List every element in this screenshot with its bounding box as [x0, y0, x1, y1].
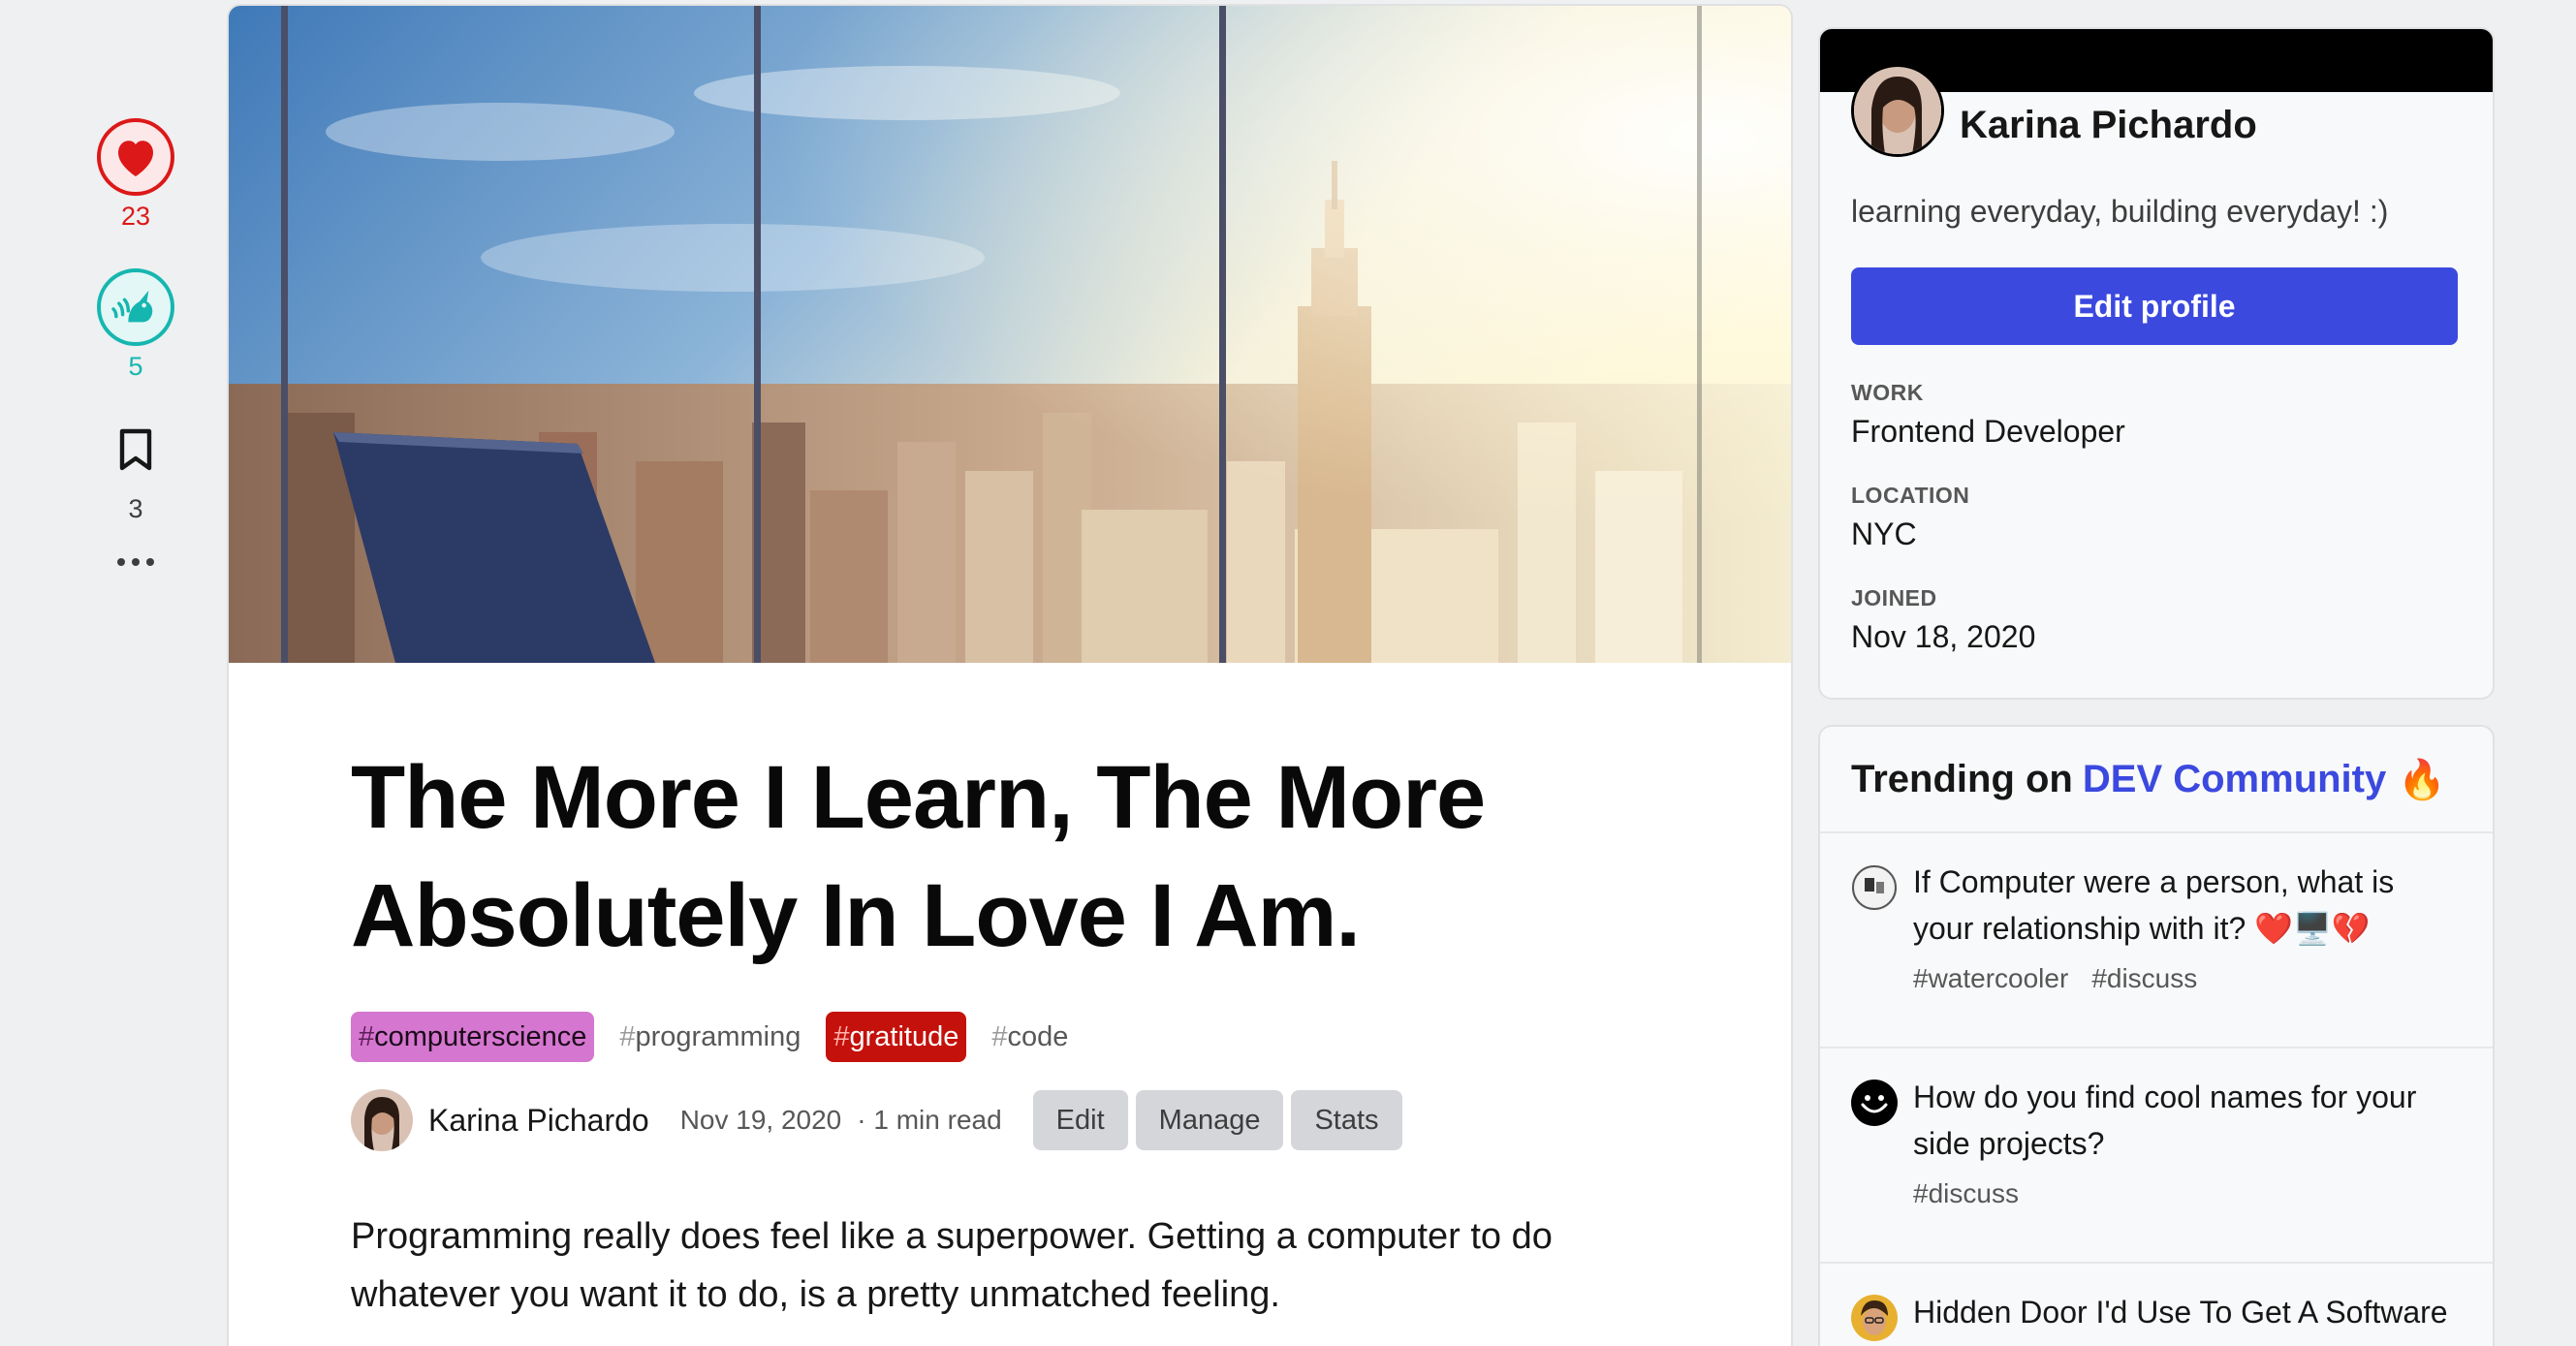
article-meta: Karina Pichardo Nov 19, 2020 · 1 min rea…	[351, 1089, 1669, 1151]
heart-button[interactable]	[97, 118, 174, 196]
tag-code[interactable]: #code	[984, 1012, 1076, 1062]
trending-item[interactable]: Hidden Door I'd Use To Get A Software	[1820, 1264, 2493, 1346]
location-value: NYC	[1851, 516, 1917, 551]
more-actions	[95, 524, 176, 586]
cover-image	[229, 6, 1791, 663]
trending-tags: #watercooler #discuss	[1913, 963, 2456, 994]
dev-community-link[interactable]: DEV Community	[2083, 758, 2386, 801]
manage-button[interactable]: Manage	[1135, 1090, 1284, 1150]
unicorn-count: 5	[128, 352, 143, 381]
trending-header: Trending on DEV Community 🔥	[1820, 727, 2493, 833]
heart-icon	[118, 141, 153, 176]
trending-tag-watercooler[interactable]: #watercooler	[1913, 963, 2068, 994]
trending-avatar	[1851, 1295, 1898, 1341]
trending-tag-discuss[interactable]: #discuss	[2091, 963, 2197, 994]
trending-title: If Computer were a person, what is your …	[1913, 864, 2395, 946]
joined-label: JOINED	[1851, 585, 1937, 610]
unicorn-button[interactable]	[97, 268, 174, 346]
bookmark-reaction: 3	[95, 411, 176, 524]
bookmark-count: 3	[128, 494, 143, 523]
bookmark-icon	[119, 428, 152, 471]
stats-button[interactable]: Stats	[1291, 1090, 1402, 1150]
tag-list: #computerscience #programming #gratitude…	[351, 1012, 1669, 1062]
tag-programming[interactable]: #programming	[612, 1012, 808, 1062]
trending-avatar	[1851, 1080, 1898, 1126]
article-card: The More I Learn, The More Absolutely In…	[229, 6, 1791, 1346]
location-label: LOCATION	[1851, 483, 1970, 508]
ellipsis-icon	[117, 558, 154, 566]
read-time: · 1 min read	[857, 1105, 1002, 1135]
heart-reaction: 23	[95, 118, 176, 232]
publish-date: Nov 19, 2020	[679, 1105, 842, 1135]
trending-item[interactable]: If Computer were a person, what is your …	[1820, 833, 2493, 1049]
article-paragraph: Programming really does feel like a supe…	[351, 1216, 1553, 1315]
profile-avatar[interactable]	[1851, 64, 1944, 157]
trending-item[interactable]: How do you find cool names for your side…	[1820, 1049, 2493, 1264]
article-title: The More I Learn, The More Absolutely In…	[351, 748, 1486, 965]
work-label: WORK	[1851, 380, 1924, 405]
trending-title: How do you find cool names for your side…	[1913, 1080, 2417, 1161]
joined-value: Nov 18, 2020	[1851, 619, 2036, 654]
heart-count: 23	[120, 202, 151, 231]
trending-tags: #discuss	[1913, 1178, 2456, 1209]
more-options-button[interactable]	[97, 538, 174, 586]
trending-avatar	[1851, 864, 1898, 911]
author-avatar[interactable]	[351, 1089, 413, 1151]
unicorn-icon	[111, 290, 153, 323]
trending-title: Hidden Door I'd Use To Get A Software	[1913, 1295, 2448, 1330]
edit-button[interactable]: Edit	[1032, 1090, 1128, 1150]
profile-facts: WORK Frontend Developer LOCATION NYC JOI…	[1851, 380, 2125, 688]
tag-gratitude[interactable]: #gratitude	[826, 1012, 967, 1062]
tag-computerscience[interactable]: #computerscience	[351, 1012, 595, 1062]
reaction-rail: 23 5 3	[95, 118, 176, 586]
trending-tag-discuss[interactable]: #discuss	[1913, 1178, 2019, 1209]
unicorn-reaction: 5	[95, 268, 176, 382]
author-profile-card: Karina Pichardo learning everyday, build…	[1820, 29, 2493, 698]
fire-icon: 🔥	[2398, 758, 2447, 801]
work-value: Frontend Developer	[1851, 414, 2125, 449]
profile-bio: learning everyday, building everyday! :)	[1851, 194, 2389, 229]
trending-card: Trending on DEV Community 🔥 If Computer …	[1820, 727, 2493, 1346]
edit-profile-button[interactable]: Edit profile	[1851, 267, 2458, 345]
trending-prefix: Trending on	[1851, 757, 2073, 800]
bookmark-button[interactable]	[97, 411, 174, 488]
author-name[interactable]: Karina Pichardo	[428, 1103, 649, 1139]
profile-name[interactable]: Karina Pichardo	[1960, 104, 2257, 147]
profile-header: Karina Pichardo	[1851, 64, 2257, 157]
